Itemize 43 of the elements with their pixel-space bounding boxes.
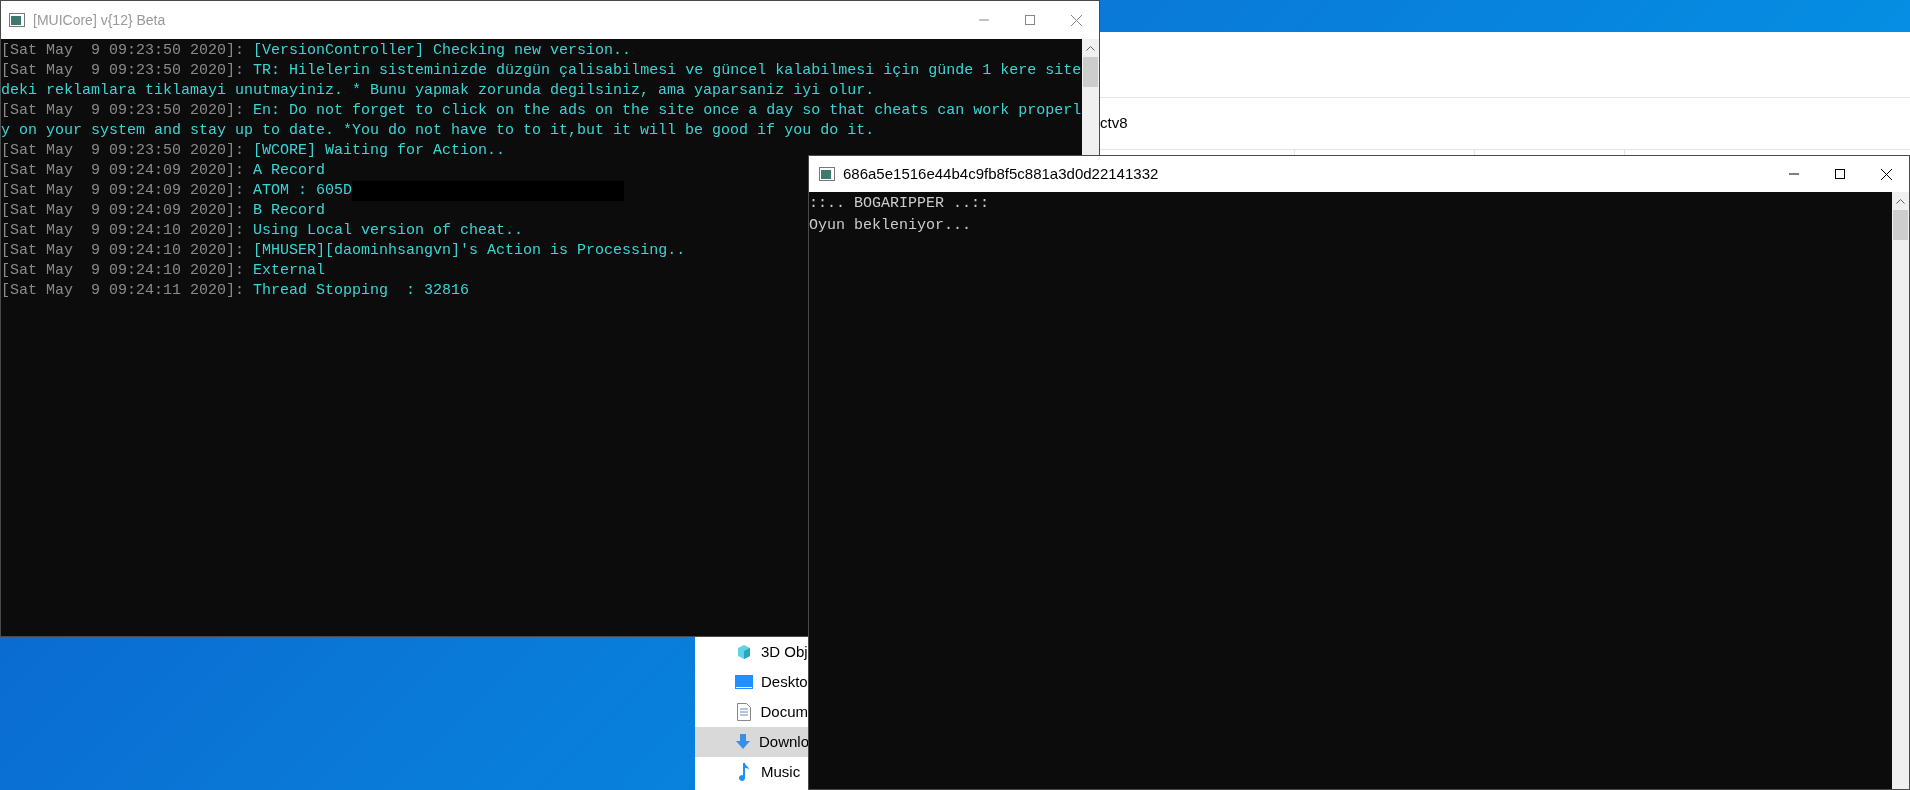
- console-text: Oyun bekleniyor...: [809, 216, 972, 236]
- down-arrow-icon: [735, 734, 751, 750]
- log-message: deki reklamlara tiklamayi unutmayiniz. * Bunu yapmak zorunda degilsiniz, ama yaparsaniz iyi olur.: [1, 81, 875, 101]
- nav-item[interactable]: Downlo: [695, 727, 808, 757]
- close-icon: [1880, 168, 1892, 180]
- log-message: Thread Stopping : 32816: [253, 281, 470, 301]
- log-timestamp: [Sat May 9 09:24:10 2020]:: [1, 221, 245, 241]
- document-icon: [736, 703, 751, 721]
- cube-icon: [736, 644, 752, 660]
- log-message: En: Do not forget to click on the ads on the site once a day so that cheats can work properl: [253, 101, 1082, 121]
- scrollbar-thumb[interactable]: [1893, 210, 1908, 240]
- music-note-icon: [738, 763, 750, 781]
- scrollbar-thumb[interactable]: [1083, 57, 1098, 87]
- console-window-icon: [9, 13, 25, 27]
- log-timestamp: [Sat May 9 09:24:10 2020]:: [1, 261, 245, 281]
- log-timestamp: [Sat May 9 09:23:50 2020]:: [1, 41, 245, 61]
- address-text[interactable]: ctv8: [1100, 112, 1128, 135]
- log-timestamp: [Sat May 9 09:24:11 2020]:: [1, 281, 245, 301]
- log-timestamp: [Sat May 9 09:24:10 2020]:: [1, 241, 245, 261]
- desktop-icon: [735, 675, 753, 689]
- log-message: ATOM : 605D: [253, 181, 353, 201]
- log-message: [WCORE] Waiting for Action..: [253, 141, 506, 161]
- log-timestamp: [Sat May 9 09:23:50 2020]:: [1, 61, 245, 81]
- log-timestamp: [Sat May 9 09:24:09 2020]:: [1, 181, 245, 201]
- log-message: A Record: [253, 161, 326, 181]
- log-message: [MHUSER][daominhsangvn]'s Action is Processing..: [253, 241, 686, 261]
- log-timestamp: [Sat May 9 09:24:09 2020]:: [1, 201, 245, 221]
- log-timestamp: [Sat May 9 09:23:50 2020]:: [1, 101, 245, 121]
- log-message: TR: Hilelerin sisteminizde düzgün çalisabilmesi ve güncel kalabilmesi için günde 1 kere site: [253, 61, 1082, 81]
- log-message: External: [253, 261, 326, 281]
- console-text: ::.. BOGARIPPER ..::: [809, 194, 990, 214]
- log-message: [VersionController] Checking new version..: [253, 41, 632, 61]
- window-title: 686a5e1516e44b4c9fb8f5c881a3d0d22141332: [843, 163, 1160, 184]
- window-title: [MUICore] v{12} Beta: [33, 10, 167, 30]
- log-message: y on your system and stay up to date. *You do not have to to it,but it will be good if you do it.: [1, 121, 875, 141]
- log-timestamp: [Sat May 9 09:23:50 2020]:: [1, 141, 245, 161]
- maximize-icon: [1025, 15, 1035, 25]
- log-message: Using Local version of cheat..: [253, 221, 524, 241]
- maximize-icon: [1835, 169, 1845, 179]
- log-message: B Record: [253, 201, 326, 221]
- log-timestamp: [Sat May 9 09:24:09 2020]:: [1, 161, 245, 181]
- close-icon: [1070, 14, 1082, 26]
- console-window-icon: [819, 167, 835, 181]
